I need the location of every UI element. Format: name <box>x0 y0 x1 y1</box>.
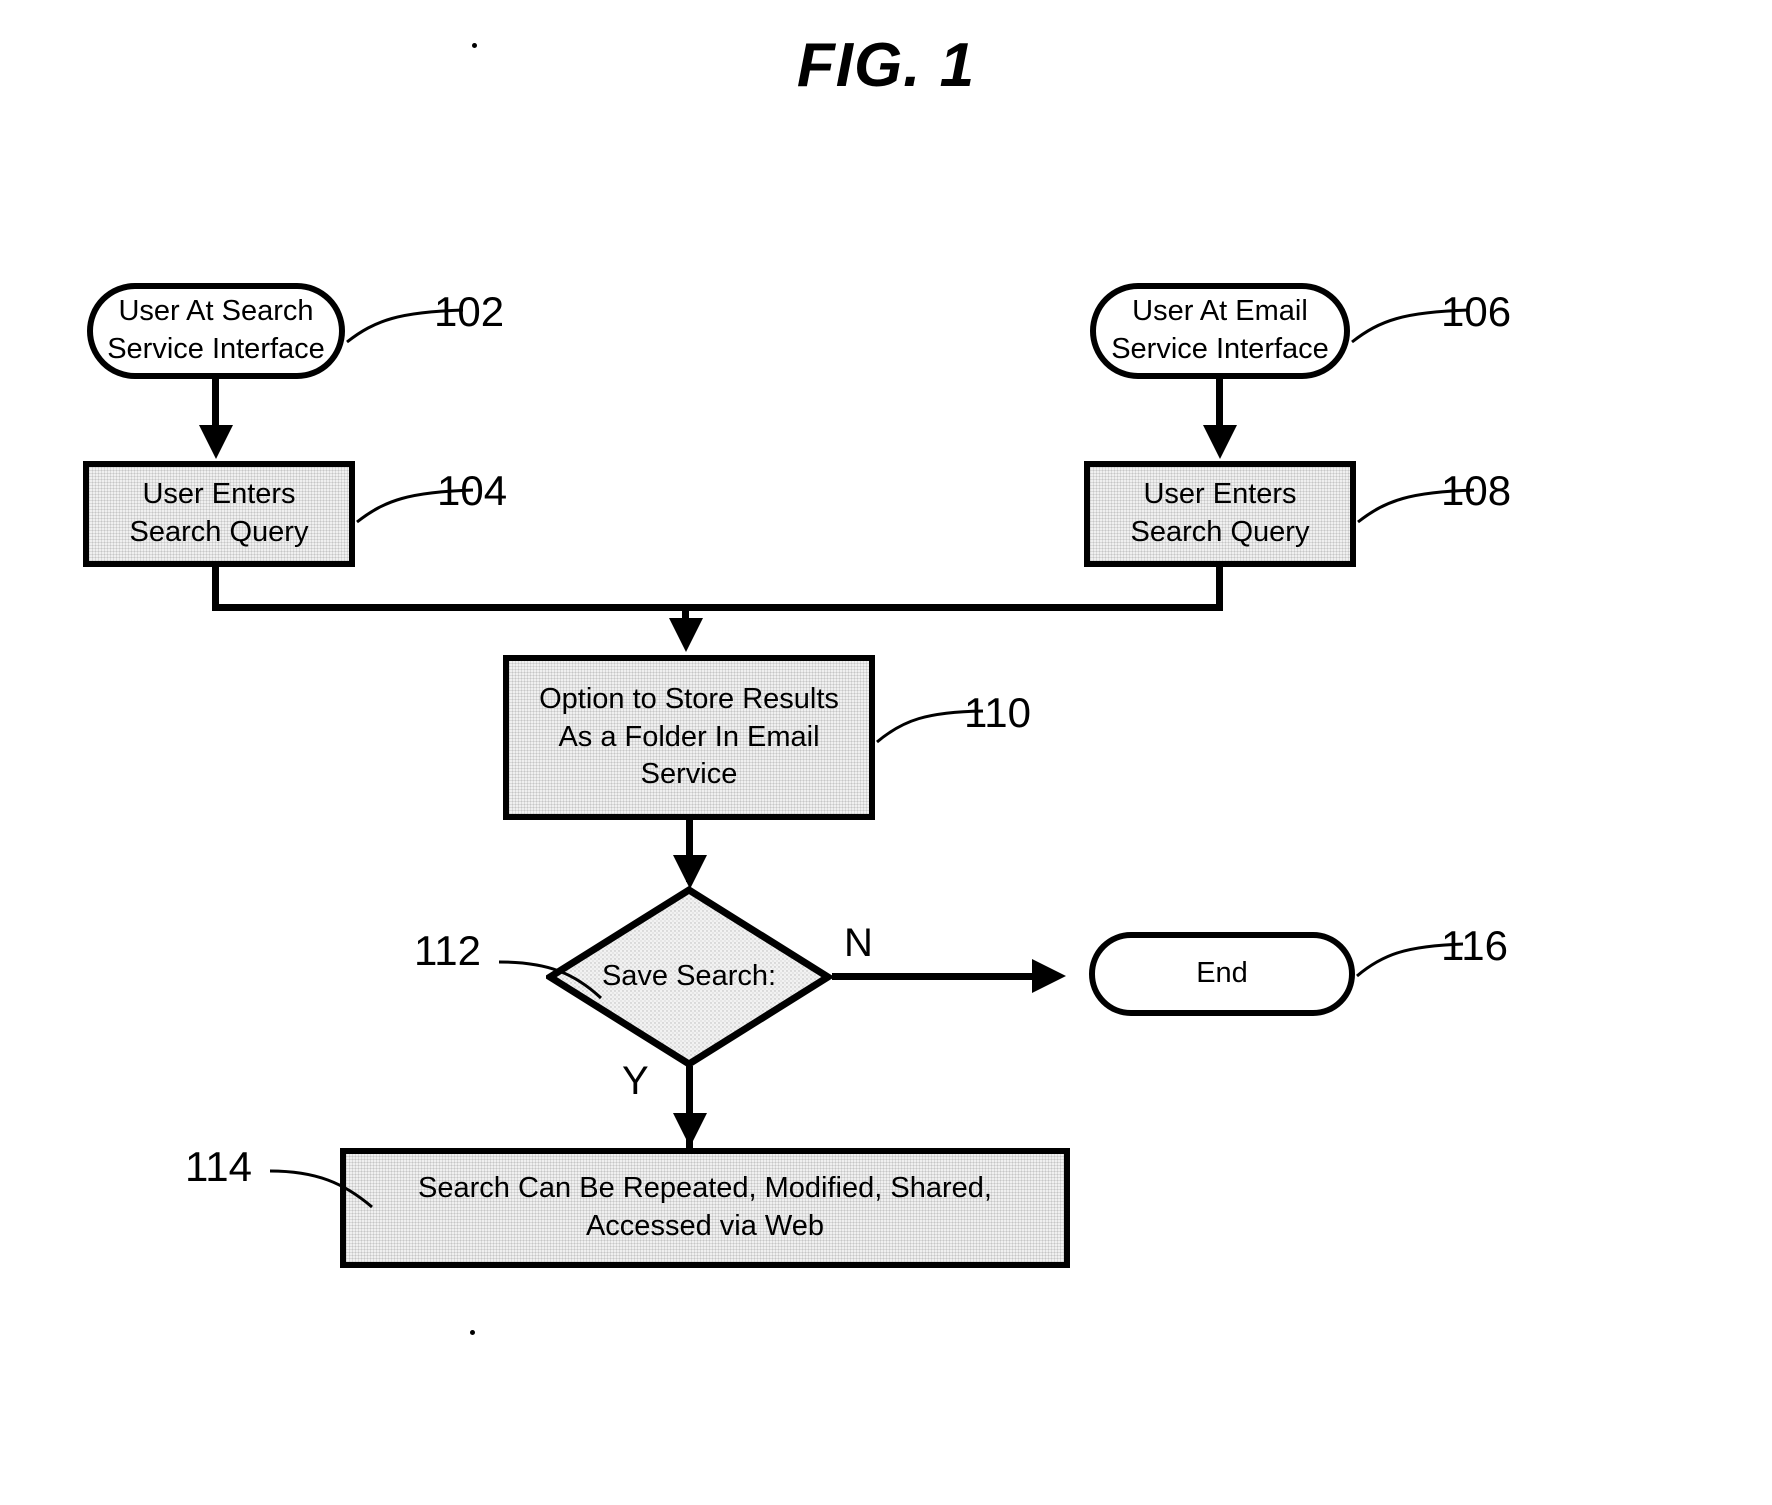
ref-numeral-108: 108 <box>1441 467 1512 514</box>
connector-112-116-line <box>832 973 1044 980</box>
node-104-user-enters-search-query[interactable]: User Enters Search Query <box>83 461 355 567</box>
node-116-label: End <box>1196 957 1248 990</box>
branch-label-no: N <box>844 921 873 965</box>
branch-label-yes: Y <box>622 1059 649 1103</box>
ref-numeral-112: 112 <box>414 927 481 974</box>
connector-bus-110-arrowhead <box>669 618 703 652</box>
ref-numeral-106: 106 <box>1441 288 1512 335</box>
connector-106-108-arrowhead <box>1203 425 1237 459</box>
ref-numeral-114: 114 <box>185 1143 252 1190</box>
connector-merge-bus <box>212 604 1223 611</box>
node-104-label: User Enters Search Query <box>129 478 309 548</box>
ref-numeral-110: 110 <box>964 689 1031 736</box>
figure-title: FIG. 1 <box>796 31 976 100</box>
node-108-user-enters-search-query[interactable]: User Enters Search Query <box>1084 461 1356 567</box>
connector-102-104-arrowhead <box>199 425 233 459</box>
scan-speck <box>472 43 477 48</box>
connector-112-114-arrowhead <box>673 1113 707 1147</box>
node-102-label: User At Search Service Interface <box>107 295 325 365</box>
node-116-end[interactable]: End <box>1089 932 1355 1016</box>
scan-speck <box>470 1330 475 1335</box>
node-108-label: User Enters Search Query <box>1130 478 1310 548</box>
node-106-user-at-email-service-interface[interactable]: User At Email Service Interface <box>1090 283 1350 379</box>
ref-numeral-104: 104 <box>437 467 508 514</box>
node-102-user-at-search-service-interface[interactable]: User At Search Service Interface <box>87 283 345 379</box>
connector-110-112-arrowhead <box>673 855 707 889</box>
patent-figure: FIG. 1 User At Search Service Interface … <box>0 0 1772 1505</box>
leader-line-114 <box>268 1165 378 1215</box>
node-114-label: Search Can Be Repeated, Modified, Shared… <box>418 1172 992 1242</box>
connector-112-116-arrowhead <box>1032 959 1066 993</box>
leader-line-112 <box>497 952 607 1002</box>
ref-numeral-116: 116 <box>1441 922 1508 969</box>
ref-numeral-102: 102 <box>434 288 505 335</box>
node-110-option-to-store-results[interactable]: Option to Store Results As a Folder In E… <box>503 655 875 820</box>
node-114-search-can-be-repeated[interactable]: Search Can Be Repeated, Modified, Shared… <box>340 1148 1070 1268</box>
node-106-label: User At Email Service Interface <box>1111 295 1329 365</box>
node-110-label: Option to Store Results As a Folder In E… <box>539 682 839 791</box>
